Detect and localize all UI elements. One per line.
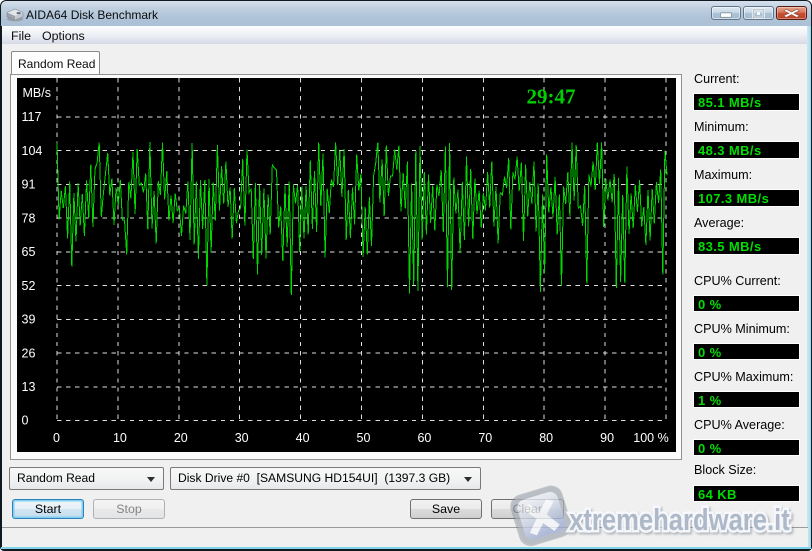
svg-text:60: 60: [417, 431, 431, 445]
svg-text:10: 10: [113, 431, 127, 445]
svg-text:52: 52: [22, 279, 36, 293]
svg-text:39: 39: [22, 313, 36, 327]
svg-text:90: 90: [600, 431, 614, 445]
svg-text:MB/s: MB/s: [23, 86, 51, 100]
svg-text:65: 65: [22, 245, 36, 259]
svg-text:0: 0: [22, 414, 29, 428]
svg-text:29:47: 29:47: [527, 85, 576, 109]
svg-text:104: 104: [22, 144, 43, 158]
svg-text:80: 80: [539, 431, 553, 445]
svg-text:20: 20: [174, 431, 188, 445]
svg-text:13: 13: [22, 380, 36, 394]
svg-text:26: 26: [22, 346, 36, 360]
svg-text:50: 50: [357, 431, 371, 445]
svg-text:70: 70: [478, 431, 492, 445]
svg-text:30: 30: [235, 431, 249, 445]
svg-text:91: 91: [22, 178, 36, 192]
svg-text:0: 0: [53, 431, 60, 445]
svg-text:117: 117: [22, 110, 42, 124]
svg-text:100 %: 100 %: [633, 431, 668, 445]
svg-text:78: 78: [22, 211, 36, 225]
svg-text:40: 40: [296, 431, 310, 445]
